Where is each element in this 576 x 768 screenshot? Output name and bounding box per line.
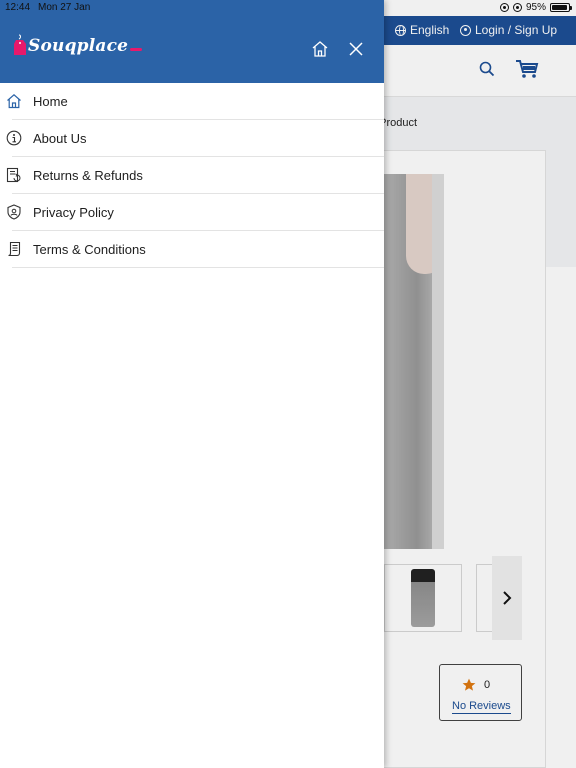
- tag-icon: [14, 34, 26, 55]
- drawer-backdrop[interactable]: [384, 0, 576, 768]
- location-icon: [512, 3, 522, 12]
- menu-label-about-us: About Us: [33, 131, 87, 146]
- scroll-icon: [6, 241, 22, 257]
- status-date: Mon 27 Jan: [38, 2, 91, 13]
- status-right: 95%: [499, 2, 572, 13]
- home-icon: [6, 93, 22, 109]
- menu-item-returns-refunds[interactable]: Returns & Refunds: [0, 157, 384, 194]
- side-drawer: Souqplace Home About Us Returns & Refund…: [0, 0, 384, 768]
- info-icon: [6, 130, 22, 146]
- drawer-menu: Home About Us Returns & Refunds Privacy …: [0, 83, 384, 268]
- menu-label-privacy-policy: Privacy Policy: [33, 205, 114, 220]
- battery-fill: [552, 5, 568, 10]
- home-icon[interactable]: [311, 40, 329, 58]
- menu-item-terms-conditions[interactable]: Terms & Conditions: [0, 231, 384, 268]
- battery-percent: 95%: [525, 2, 546, 13]
- status-bar: 12:44 Mon 27 Jan 95%: [0, 0, 576, 16]
- menu-item-about-us[interactable]: About Us: [0, 120, 384, 157]
- souqplace-logo[interactable]: Souqplace: [13, 34, 143, 56]
- menu-item-privacy-policy[interactable]: Privacy Policy: [0, 194, 384, 231]
- battery-icon: [550, 3, 572, 12]
- menu-label-home: Home: [33, 94, 68, 109]
- logo-text: Souqplace: [28, 36, 129, 56]
- returns-icon: [6, 167, 22, 183]
- close-icon[interactable]: [348, 41, 364, 57]
- menu-item-home[interactable]: Home: [0, 83, 384, 120]
- menu-label-terms-conditions: Terms & Conditions: [33, 242, 146, 257]
- shield-icon: [6, 204, 22, 220]
- status-time: 12:44: [5, 2, 31, 13]
- orientation-lock-icon: [499, 3, 509, 12]
- menu-label-returns-refunds: Returns & Refunds: [33, 168, 143, 183]
- logo-underline: [130, 48, 143, 51]
